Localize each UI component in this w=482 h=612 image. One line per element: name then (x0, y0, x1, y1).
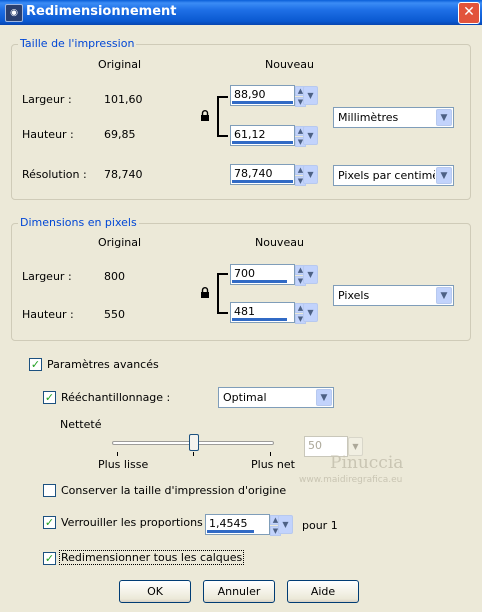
pixel-width-original: 800 (104, 270, 125, 283)
print-height-value: 61,12 (234, 128, 266, 141)
print-height-bar (232, 141, 293, 144)
window-title: Redimensionnement (26, 4, 177, 19)
resolution-input[interactable]: 78,740 (230, 164, 295, 185)
print-new-header: Nouveau (265, 58, 314, 71)
ratio-bar (207, 530, 254, 533)
sharpness-value: 50 (308, 439, 322, 452)
slider-tick-left (117, 452, 118, 456)
print-width-original: 101,60 (104, 93, 143, 106)
resize-layers-label[interactable]: Redimensionner tous les calques (59, 550, 245, 565)
print-width-label: Largeur : (22, 93, 72, 106)
help-button[interactable]: Aide (287, 580, 359, 603)
slider-max-label: Plus net (251, 458, 295, 471)
lock-ratio-label[interactable]: Verrouiller les proportions : (61, 516, 210, 529)
cancel-button[interactable]: Annuler (203, 580, 275, 603)
watermark-url: www.maidiregrafica.eu (299, 475, 403, 485)
pixel-width-value: 700 (234, 267, 255, 280)
close-button[interactable]: ✕ (458, 2, 480, 24)
app-icon: ◉ (5, 4, 23, 22)
ratio-dropdown[interactable]: ▼ (278, 515, 293, 534)
resolution-bar (232, 180, 293, 183)
pixel-lock-icon[interactable] (200, 287, 210, 298)
pixel-width-dropdown[interactable]: ▼ (303, 265, 318, 284)
slider-min-label: Plus lisse (98, 458, 149, 471)
print-height-original: 69,85 (104, 128, 136, 141)
watermark-name: Pinuccia (330, 453, 404, 473)
pixel-unit-value: Pixels (338, 289, 370, 302)
resize-layers-checkbox[interactable]: ✓ (43, 552, 56, 565)
resample-label[interactable]: Rééchantillonnage : (61, 391, 170, 404)
resolution-unit-select[interactable]: Pixels par centimètre ▼ (333, 165, 454, 186)
chevron-down-icon[interactable]: ▼ (316, 389, 332, 406)
print-width-value: 88,90 (234, 88, 266, 101)
print-width-dropdown[interactable]: ▼ (303, 86, 318, 105)
keep-print-size-label[interactable]: Conserver la taille d'impression d'origi… (61, 484, 286, 497)
resample-value: Optimal (223, 391, 267, 404)
print-height-dropdown[interactable]: ▼ (303, 126, 318, 145)
pixel-original-header: Original (98, 236, 142, 249)
print-height-input[interactable]: 61,12 (230, 125, 295, 146)
chevron-down-icon[interactable]: ▼ (436, 287, 452, 304)
print-unit-select[interactable]: Millimètres ▼ (333, 107, 454, 128)
print-width-input[interactable]: 88,90 (230, 85, 295, 106)
resolution-unit-value: Pixels par centimètre (338, 169, 435, 182)
print-size-legend: Taille de l'impression (18, 37, 137, 50)
advanced-settings-label[interactable]: Paramètres avancés (47, 358, 159, 371)
lock-ratio-checkbox[interactable]: ✓ (43, 516, 56, 529)
ok-button[interactable]: OK (119, 580, 191, 603)
keep-print-size-checkbox[interactable] (43, 484, 56, 497)
title-bar[interactable]: ◉ Redimensionnement ✕ (0, 0, 482, 25)
ratio-suffix: pour 1 (302, 519, 338, 532)
pixel-unit-select[interactable]: Pixels ▼ (333, 285, 454, 306)
chevron-down-icon[interactable]: ▼ (436, 109, 452, 126)
print-width-bar (232, 101, 293, 104)
sharpness-label: Netteté (60, 418, 102, 431)
pixel-height-label: Hauteur : (22, 308, 74, 321)
resample-checkbox[interactable]: ✓ (43, 391, 56, 404)
print-link-bracket (217, 96, 228, 137)
pixel-height-input[interactable]: 481 (230, 302, 295, 323)
resample-select[interactable]: Optimal ▼ (218, 387, 334, 408)
resize-dialog: ◉ Redimensionnement ✕ Taille de l'impres… (0, 0, 482, 612)
slider-tick-right (270, 452, 271, 456)
ratio-input[interactable]: 1,4545 (205, 514, 270, 535)
pixel-height-value: 481 (234, 305, 255, 318)
print-unit-value: Millimètres (338, 111, 399, 124)
pixel-width-bar (232, 280, 287, 283)
slider-tick-mid (193, 452, 194, 456)
sharpness-slider-thumb[interactable] (188, 434, 199, 451)
resolution-dropdown[interactable]: ▼ (303, 165, 318, 184)
print-height-label: Hauteur : (22, 128, 74, 141)
pixel-dimensions-legend: Dimensions en pixels (18, 216, 139, 229)
pixel-width-label: Largeur : (22, 270, 72, 283)
ratio-value: 1,4545 (209, 517, 248, 530)
resolution-value: 78,740 (234, 167, 273, 180)
print-lock-icon[interactable] (200, 110, 210, 121)
resolution-label: Résolution : (22, 168, 87, 181)
pixel-width-input[interactable]: 700 (230, 264, 295, 285)
pixel-height-dropdown[interactable]: ▼ (303, 303, 318, 322)
pixel-height-bar (232, 318, 287, 321)
print-original-header: Original (98, 58, 142, 71)
pixel-height-original: 550 (104, 308, 125, 321)
advanced-settings-checkbox[interactable]: ✓ (29, 358, 42, 371)
pixel-link-bracket (217, 273, 228, 314)
resolution-original: 78,740 (104, 168, 143, 181)
chevron-down-icon[interactable]: ▼ (436, 167, 452, 184)
pixel-new-header: Nouveau (255, 236, 304, 249)
